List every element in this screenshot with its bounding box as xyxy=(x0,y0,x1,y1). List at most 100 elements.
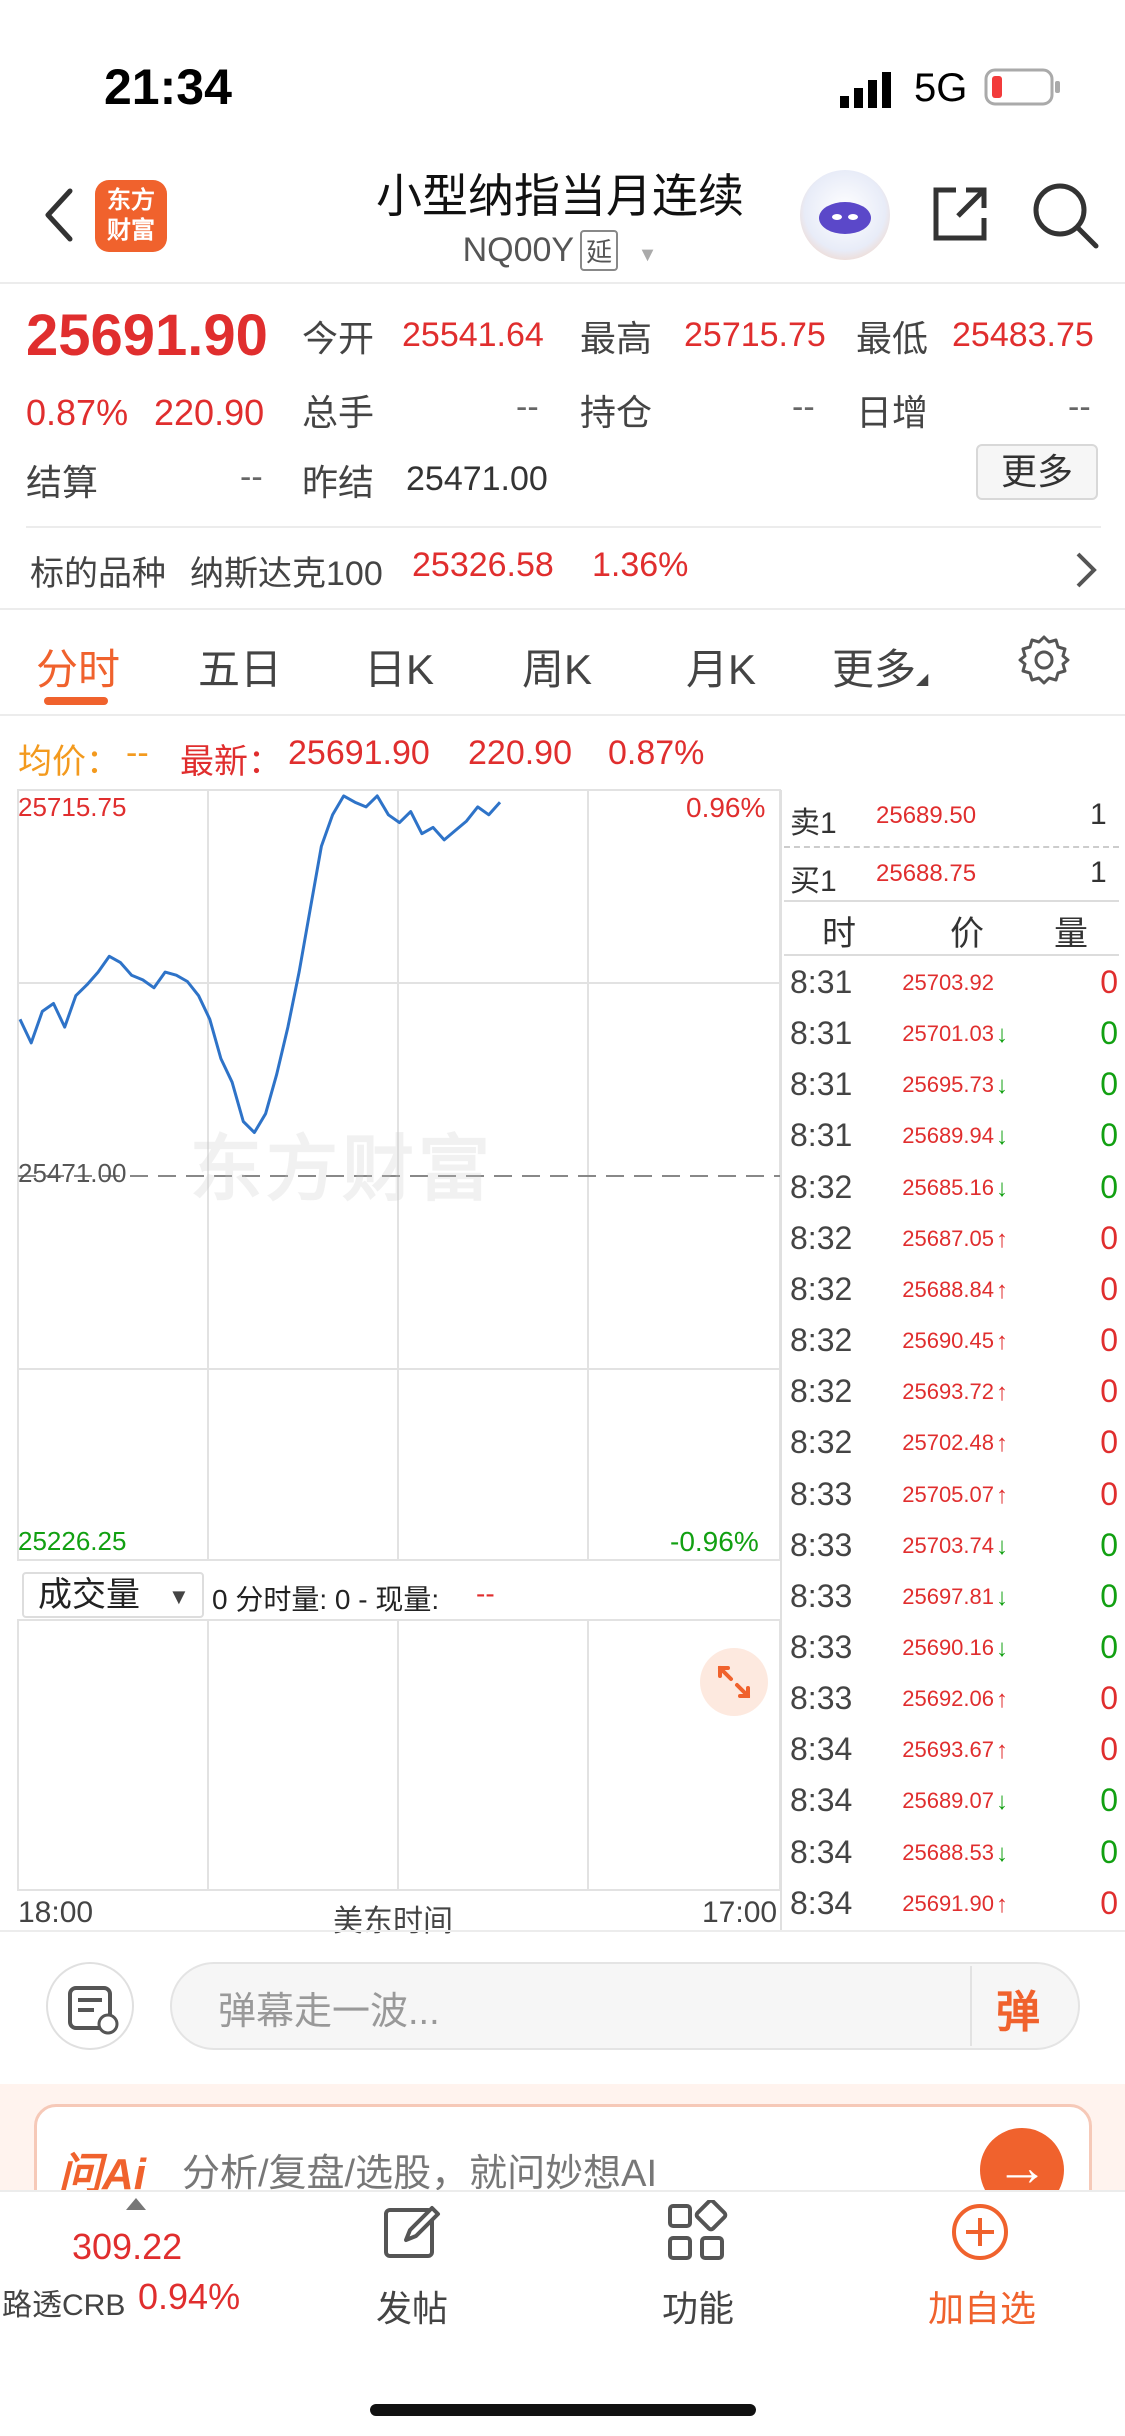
arrow-down-icon: ↓ xyxy=(996,1174,1008,1202)
tick-volume: 0 xyxy=(1100,1577,1118,1614)
tick-time: 8:31 xyxy=(790,1117,853,1154)
caret-down-icon: ▼ xyxy=(168,1584,190,1609)
tick-price: 25693.72 xyxy=(902,1379,994,1405)
arrow-up-icon: ↑ xyxy=(996,1276,1008,1304)
add-circle-icon[interactable] xyxy=(948,2200,1012,2264)
bid-qty: 1 xyxy=(1090,856,1107,889)
arrow-down-icon: ↓ xyxy=(996,1021,1008,1049)
tick-price: 25703.74 xyxy=(902,1532,994,1558)
tick-price: 25687.05 xyxy=(902,1225,994,1251)
underlying-name[interactable]: 纳斯达克100 xyxy=(190,546,383,595)
latest-change: 220.90 xyxy=(468,734,572,772)
tick-row: 8:33 25703.74 ↓ 0 xyxy=(784,1523,1124,1574)
intraday-chart[interactable] xyxy=(0,780,785,1930)
caret-up-icon xyxy=(126,2198,146,2210)
crb-index-percent[interactable]: 0.94% xyxy=(138,2276,240,2318)
low-value: 25483.75 xyxy=(952,316,1094,354)
latest-label: 最新： xyxy=(180,743,282,781)
tick-time: 8:34 xyxy=(790,1833,853,1870)
change-percent: 0.87% xyxy=(26,392,129,433)
tick-price: 25689.07 xyxy=(902,1788,994,1814)
tick-price: 25688.84 xyxy=(902,1276,994,1302)
corner-caret-icon: ◢ xyxy=(916,671,929,688)
apps-icon[interactable] xyxy=(664,2200,728,2264)
tab-more[interactable]: 更多◢ xyxy=(832,636,928,697)
danmu-send-button[interactable]: 弹 xyxy=(996,1976,1040,2040)
nav-post-label[interactable]: 发帖 xyxy=(376,2280,448,2332)
orderbook-border xyxy=(780,790,782,1930)
tick-volume: 0 xyxy=(1100,1782,1118,1819)
more-button[interactable]: 更多 xyxy=(976,444,1098,500)
tick-row: 8:31 25689.94 ↓ 0 xyxy=(784,1113,1124,1164)
tick-price: 25689.94 xyxy=(902,1123,994,1149)
crb-index-value[interactable]: 309.22 xyxy=(72,2226,182,2268)
expand-icon[interactable] xyxy=(700,1648,768,1716)
tab-daily-k[interactable]: 日K xyxy=(364,636,434,697)
tick-price: 25690.16 xyxy=(902,1634,994,1660)
arrow-down-icon: ↓ xyxy=(996,1123,1008,1151)
arrow-up-icon: ↑ xyxy=(996,1328,1008,1356)
nav-add-watchlist-label[interactable]: 加自选 xyxy=(928,2280,1036,2332)
tab-five-day[interactable]: 五日 xyxy=(198,636,282,697)
tick-row: 8:34 25689.07 ↓ 0 xyxy=(784,1778,1124,1829)
high-value: 25715.75 xyxy=(684,316,826,354)
tab-weekly-k[interactable]: 周K xyxy=(522,636,592,697)
crb-index-name[interactable]: 路透CRB xyxy=(2,2280,125,2324)
tick-time: 8:34 xyxy=(790,1731,853,1768)
tick-time: 8:32 xyxy=(790,1322,853,1359)
tick-volume: 0 xyxy=(1100,1219,1118,1256)
nav-function-label[interactable]: 功能 xyxy=(662,2280,734,2332)
price-line xyxy=(18,794,502,1134)
delay-tag: 延 xyxy=(580,230,619,271)
orderbook-divider xyxy=(784,900,1119,902)
tick-row: 8:33 25705.07 ↑ 0 xyxy=(784,1472,1124,1523)
arrow-down-icon: ↓ xyxy=(996,1788,1008,1816)
underlying-label: 标的品种 xyxy=(30,555,166,593)
ticks-header-volume: 量 xyxy=(1054,915,1088,953)
tick-volume: 0 xyxy=(1100,1168,1118,1205)
ask-qty: 1 xyxy=(1090,798,1107,831)
tick-volume: 0 xyxy=(1100,1424,1118,1461)
prev-settle-value: 25471.00 xyxy=(406,460,548,498)
tab-intraday[interactable]: 分时 xyxy=(36,636,120,697)
bid-label: 买1 xyxy=(790,865,837,898)
daily-increase-value: -- xyxy=(1068,388,1091,426)
average-price-value: -- xyxy=(126,734,149,772)
back-icon[interactable] xyxy=(40,185,80,245)
danmu-toggle-button[interactable] xyxy=(46,1962,134,2050)
chevron-right-icon[interactable] xyxy=(1074,550,1098,590)
arrow-up-icon: ↑ xyxy=(996,1890,1008,1918)
tick-volume: 0 xyxy=(1100,1526,1118,1563)
tick-price: 25692.06 xyxy=(902,1686,994,1712)
y-max-label: 25715.75 xyxy=(18,792,127,822)
tick-time: 8:32 xyxy=(790,1424,853,1461)
assistant-robot-icon[interactable] xyxy=(800,170,890,260)
underlying-price: 25326.58 xyxy=(412,546,554,584)
orderbook-separator xyxy=(784,846,1119,848)
x-axis-label: 美东时间 xyxy=(333,1905,453,1938)
share-icon[interactable] xyxy=(928,182,992,246)
tick-price: 25690.45 xyxy=(902,1328,994,1354)
tick-volume: 0 xyxy=(1100,1373,1118,1410)
search-icon[interactable] xyxy=(1030,180,1100,250)
latest-percent: 0.87% xyxy=(608,734,705,772)
tick-time: 8:33 xyxy=(790,1628,853,1665)
x-axis-start: 18:00 xyxy=(18,1896,94,1929)
network-type: 5G xyxy=(914,66,968,110)
tab-monthly-k[interactable]: 月K xyxy=(686,636,756,697)
header-divider xyxy=(0,282,1125,284)
tick-row: 8:34 25691.90 ↑ 0 xyxy=(784,1881,1124,1932)
tick-row: 8:31 25703.92 0 xyxy=(784,960,1124,1011)
contract-selector[interactable]: NQ00Y 延 ▼ xyxy=(430,230,690,271)
battery-icon xyxy=(984,68,1060,106)
tick-time: 8:34 xyxy=(790,1884,853,1921)
home-indicator xyxy=(370,2404,756,2416)
underlying-percent: 1.36% xyxy=(592,546,689,584)
arrow-down-icon: ↓ xyxy=(996,1634,1008,1662)
change-value: 220.90 xyxy=(154,392,265,433)
edit-post-icon[interactable] xyxy=(380,2200,444,2264)
tick-price: 25705.07 xyxy=(902,1481,994,1507)
volume-value: -- xyxy=(516,388,539,426)
tick-row: 8:31 25695.73 ↓ 0 xyxy=(784,1062,1124,1113)
gear-icon[interactable] xyxy=(1018,634,1070,686)
